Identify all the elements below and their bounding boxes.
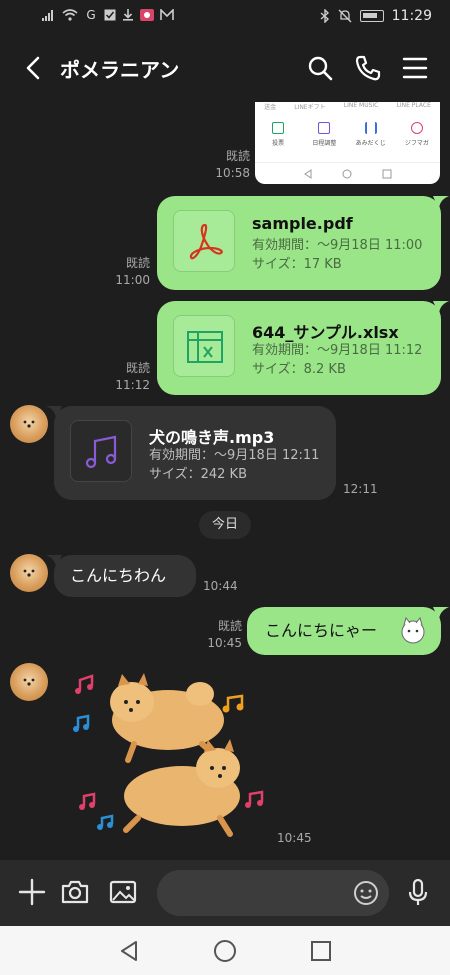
- screenshot-schedule-item: 日程調整: [303, 122, 345, 147]
- emoji-icon[interactable]: [353, 880, 379, 906]
- bubble-tail: [46, 555, 62, 569]
- home-circle-icon: [342, 169, 352, 179]
- date-divider: 今日: [199, 511, 251, 539]
- back-triangle-icon: [304, 169, 312, 179]
- friend-avatar[interactable]: [10, 663, 48, 701]
- pdf-file-size: サイズ：17 KB: [252, 257, 342, 272]
- image-gallery-icon[interactable]: [107, 876, 139, 908]
- bluetooth-icon: [320, 9, 329, 23]
- xlsx-file-name: 644_サンプル.xlsx: [252, 323, 399, 342]
- status-bar: G 11:29: [0, 0, 450, 34]
- friend-avatar[interactable]: [10, 554, 48, 592]
- pdf-file-name: sample.pdf: [252, 214, 353, 233]
- pomeranian-face-icon: [23, 678, 35, 686]
- bubble-tail: [46, 406, 62, 420]
- status-icons-right: 11:29: [320, 8, 432, 24]
- mp3-file-expiry: 有効期間：〜9月18日 12:11: [149, 448, 320, 463]
- back-arrow-icon[interactable]: [20, 54, 48, 82]
- status-time: 11:29: [391, 8, 432, 24]
- hello-message[interactable]: こんにちわん: [46, 555, 196, 597]
- search-icon[interactable]: [306, 54, 334, 82]
- battery-icon: [359, 10, 384, 22]
- chat-title: ポメラニアン: [60, 58, 180, 82]
- pomeranian-face-icon: [23, 569, 35, 577]
- vote-icon: [272, 122, 285, 134]
- pomeranian-face-icon: [23, 420, 35, 428]
- pdf-acrobat-icon: [189, 223, 223, 260]
- mp3-file-name: 犬の鳴き声.mp3: [149, 428, 275, 447]
- hello-text: こんにちわん: [70, 566, 167, 585]
- camera-icon[interactable]: [59, 876, 91, 908]
- cat-emoji-icon: [401, 616, 425, 644]
- download-icon: [123, 9, 133, 21]
- message-input[interactable]: [157, 870, 389, 916]
- mail-icon: [160, 9, 174, 20]
- screenshot-top-label: LINEギフト: [294, 104, 326, 111]
- microphone-icon[interactable]: [402, 876, 434, 908]
- nav-back-icon[interactable]: [116, 938, 142, 964]
- reply-read-time: 既読 10:45: [207, 619, 242, 650]
- pdf-read-time: 既読 11:00: [115, 256, 150, 287]
- calendar-icon: [318, 122, 331, 134]
- screenshot-top-label: LINE MUSIC: [343, 102, 379, 109]
- mute-bell-icon: [338, 9, 352, 23]
- wifi-icon: [62, 9, 78, 21]
- bubble-tail: [433, 301, 449, 315]
- xlsx-file-expiry: 有効期間：〜9月18日 11:12: [252, 343, 423, 358]
- screenshot-vote-item: 投票: [257, 122, 299, 147]
- pdf-file-expiry: 有効期間：〜9月18日 11:00: [252, 238, 423, 253]
- check-box-icon: [104, 9, 116, 21]
- xlsx-file-message[interactable]: 644_サンプル.xlsx 有効期間：〜9月18日 11:12 サイズ：8.2 …: [157, 301, 449, 395]
- music-note-icon: [85, 435, 117, 469]
- dancing-pomeranians-image: [73, 673, 264, 837]
- mp3-file-size: サイズ：242 KB: [149, 467, 247, 482]
- shared-screenshot-image[interactable]: 送金 LINEギフト LINE MUSIC LINE PLACE 投票 日程調整…: [255, 102, 440, 184]
- screenshot-gif-item: ジフマガ: [396, 122, 438, 147]
- chat-header: ポメラニアン: [0, 34, 450, 102]
- message-input-bar: [0, 860, 450, 926]
- screenshot-top-label: 送金: [264, 104, 277, 111]
- status-icons-left: G: [42, 8, 174, 22]
- nav-recents-icon[interactable]: [308, 938, 334, 964]
- reply-message[interactable]: こんにちにゃー: [247, 607, 449, 655]
- plus-icon[interactable]: [16, 876, 48, 908]
- mp3-file-icon: [70, 420, 132, 482]
- system-navigation-bar: [0, 926, 450, 975]
- gif-icon: [410, 122, 423, 134]
- ladder-icon: [364, 122, 377, 134]
- recents-square-icon: [382, 169, 392, 179]
- bubble-tail: [433, 196, 449, 210]
- nav-home-icon[interactable]: [212, 938, 238, 964]
- screenshot-read-time: 既読 10:58: [215, 149, 250, 180]
- pdf-file-icon: [173, 210, 235, 272]
- g-network-icon: G: [86, 8, 96, 22]
- signal-icon: [42, 10, 53, 21]
- spreadsheet-icon: [187, 331, 223, 363]
- app-notification-icon: [140, 9, 154, 21]
- screenshot-navbar: [255, 162, 440, 184]
- pomeranian-sticker[interactable]: [70, 668, 270, 848]
- menu-icon[interactable]: [401, 54, 429, 82]
- screenshot-amida-item: あみだくじ: [350, 122, 392, 147]
- bubble-tail: [433, 607, 449, 621]
- mp3-file-message[interactable]: 犬の鳴き声.mp3 有効期間：〜9月18日 12:11 サイズ：242 KB: [46, 406, 336, 500]
- screenshot-top-label: LINE PLACE: [396, 102, 431, 109]
- reply-text: こんにちにゃー: [265, 621, 378, 640]
- phone-call-icon[interactable]: [354, 54, 382, 82]
- xlsx-file-size: サイズ：8.2 KB: [252, 362, 346, 377]
- mp3-time: 12:11: [343, 482, 378, 496]
- pdf-file-message[interactable]: sample.pdf 有効期間：〜9月18日 11:00 サイズ：17 KB: [157, 196, 449, 290]
- sticker-time: 10:45: [277, 831, 312, 845]
- hello-time: 10:44: [203, 579, 238, 593]
- xlsx-file-icon: [173, 315, 235, 377]
- friend-avatar[interactable]: [10, 405, 48, 443]
- xlsx-read-time: 既読 11:12: [115, 361, 150, 392]
